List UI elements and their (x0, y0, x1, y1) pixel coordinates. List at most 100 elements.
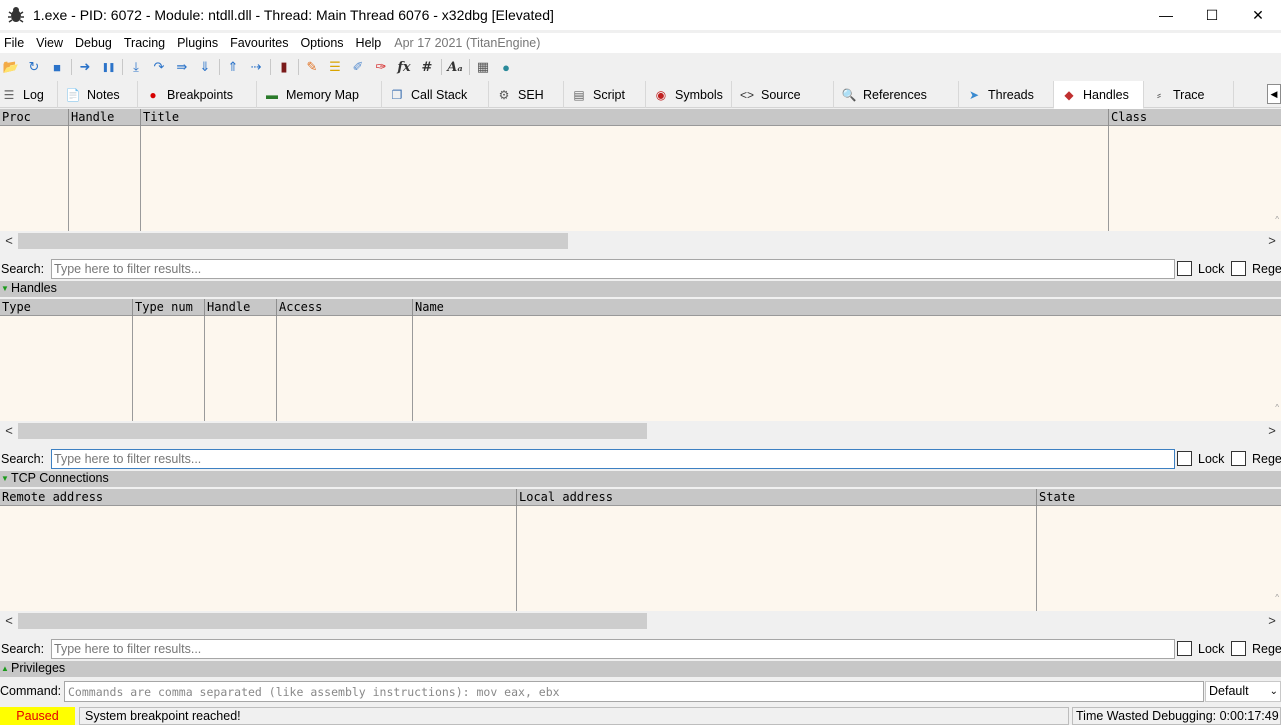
maximize-button[interactable]: ☐ (1189, 0, 1235, 30)
column-class[interactable]: Class (1109, 109, 1281, 126)
patch-button[interactable]: ✎ (302, 57, 322, 77)
patch-icon: ✎ (306, 59, 318, 74)
trace-into-icon: ⇛ (176, 59, 188, 74)
windows-search-input[interactable] (51, 259, 1175, 279)
pause-button[interactable]: ❚❚ (98, 57, 118, 77)
scrollbar-thumb[interactable] (18, 423, 647, 439)
tab-notes[interactable]: 📄 Notes (58, 81, 138, 108)
scroll-up-icon[interactable]: ^ (1275, 593, 1279, 602)
column-proc[interactable]: Proc (0, 109, 69, 126)
lock-label: Lock (1198, 262, 1225, 276)
regex-checkbox[interactable] (1231, 641, 1246, 656)
bookmarks-button[interactable]: ✑ (371, 57, 391, 77)
command-mode-select[interactable]: Default ⌄ (1205, 681, 1281, 702)
tab-breakpoints[interactable]: ● Breakpoints (138, 81, 257, 108)
scrollbar-thumb[interactable] (18, 613, 647, 629)
tab-handles[interactable]: ◆ Handles (1054, 81, 1144, 109)
column-type-num[interactable]: Type num (133, 299, 205, 316)
horizontal-scrollbar[interactable]: < > (0, 231, 1281, 251)
scroll-right-icon[interactable]: > (1263, 423, 1281, 438)
tab-scroll-left-button[interactable]: ◀ (1267, 84, 1281, 104)
handles-section-header[interactable]: ▼ Handles (0, 281, 1281, 297)
lock-checkbox[interactable] (1177, 261, 1192, 276)
run-button[interactable]: ➜ (75, 57, 95, 77)
script-icon: ▤ (573, 87, 585, 102)
tab-label: Call Stack (411, 87, 468, 102)
menu-options[interactable]: Options (295, 36, 350, 50)
step-over-button[interactable]: ↷ (149, 57, 169, 77)
tab-threads[interactable]: ➤ Threads (959, 81, 1054, 108)
menu-view[interactable]: View (31, 36, 70, 50)
tab-seh[interactable]: ⚙ SEH (489, 81, 564, 108)
step-into-button[interactable]: ⤓ (126, 57, 146, 77)
font-size-button[interactable]: Aₐ (445, 57, 465, 77)
comments-button[interactable]: ☰ (325, 57, 345, 77)
column-access[interactable]: Access (277, 299, 413, 316)
column-title[interactable]: Title (141, 109, 1109, 126)
menu-tracing[interactable]: Tracing (119, 36, 172, 50)
tcp-search-input[interactable] (51, 639, 1175, 659)
column-type[interactable]: Type (0, 299, 133, 316)
lock-checkbox[interactable] (1177, 451, 1192, 466)
tab-references[interactable]: 🔍 References (834, 81, 959, 108)
menu-debug[interactable]: Debug (70, 36, 119, 50)
tab-symbols[interactable]: ◉ Symbols (646, 81, 732, 108)
column-name[interactable]: Name (413, 299, 1271, 316)
menu-help[interactable]: Help (351, 36, 389, 50)
minimize-button[interactable]: — (1143, 0, 1189, 30)
run-to-user-code-button[interactable]: ⇢ (246, 57, 266, 77)
menu-plugins[interactable]: Plugins (172, 36, 225, 50)
horizontal-scrollbar[interactable]: < > (0, 421, 1281, 441)
scroll-left-icon[interactable]: < (0, 423, 18, 438)
trace-over-button[interactable]: ⇓ (195, 57, 215, 77)
scroll-up-icon[interactable]: ^ (1275, 403, 1279, 412)
column-local-address[interactable]: Local address (517, 489, 1037, 506)
lock-checkbox[interactable] (1177, 641, 1192, 656)
privileges-section-header[interactable]: ▲ Privileges (0, 661, 1281, 677)
scylla-button[interactable]: ▮ (274, 57, 294, 77)
trace-into-button[interactable]: ⇛ (172, 57, 192, 77)
menu-favourites[interactable]: Favourites (225, 36, 295, 50)
scroll-right-icon[interactable]: > (1263, 613, 1281, 628)
tab-trace[interactable]: ⸗ Trace (1144, 81, 1234, 108)
tcp-section-header[interactable]: ▼ TCP Connections (0, 471, 1281, 487)
open-folder-button[interactable]: 📂 (1, 57, 21, 77)
tab-label: Breakpoints (167, 87, 234, 102)
lock-label: Lock (1198, 452, 1225, 466)
menu-file[interactable]: File (0, 36, 31, 50)
call-stack-icon: ❐ (391, 87, 403, 102)
column-handle[interactable]: Handle (205, 299, 277, 316)
hash-button[interactable]: # (417, 57, 437, 77)
close-button[interactable]: ✕ (1235, 0, 1281, 30)
scroll-left-icon[interactable]: < (0, 613, 18, 628)
functions-button[interactable]: fx (394, 57, 414, 77)
horizontal-scrollbar[interactable]: < > (0, 611, 1281, 631)
scroll-right-icon[interactable]: > (1263, 233, 1281, 248)
column-divider (68, 126, 69, 231)
globe-button[interactable]: ● (496, 57, 516, 77)
tab-call-stack[interactable]: ❐ Call Stack (382, 81, 489, 108)
tab-script[interactable]: ▤ Script (564, 81, 646, 108)
calculator-button[interactable]: ▦ (473, 57, 493, 77)
column-remote-address[interactable]: Remote address (0, 489, 517, 506)
regex-checkbox[interactable] (1231, 451, 1246, 466)
tab-log[interactable]: ☰ Log (0, 81, 58, 108)
tab-memory-map[interactable]: ▬ Memory Map (257, 81, 382, 108)
scrollbar-thumb[interactable] (18, 233, 568, 249)
stop-button[interactable]: ■ (47, 57, 67, 77)
execute-till-return-button[interactable]: ⇑ (223, 57, 243, 77)
scroll-up-icon[interactable]: ^ (1275, 215, 1279, 224)
regex-checkbox[interactable] (1231, 261, 1246, 276)
handles-search-row: Search: Lock Regex (0, 447, 1281, 471)
command-input[interactable] (64, 681, 1204, 702)
column-state[interactable]: State (1037, 489, 1281, 506)
toolbar-separator (71, 59, 72, 75)
column-divider (412, 316, 413, 421)
labels-button[interactable]: ✐ (348, 57, 368, 77)
restart-button[interactable]: ↻ (24, 57, 44, 77)
handles-search-input[interactable] (51, 449, 1175, 469)
tab-source[interactable]: <> Source (732, 81, 834, 108)
scroll-left-icon[interactable]: < (0, 233, 18, 248)
column-handle[interactable]: Handle (69, 109, 141, 126)
trace-icon: ⸗ (1157, 87, 1161, 102)
